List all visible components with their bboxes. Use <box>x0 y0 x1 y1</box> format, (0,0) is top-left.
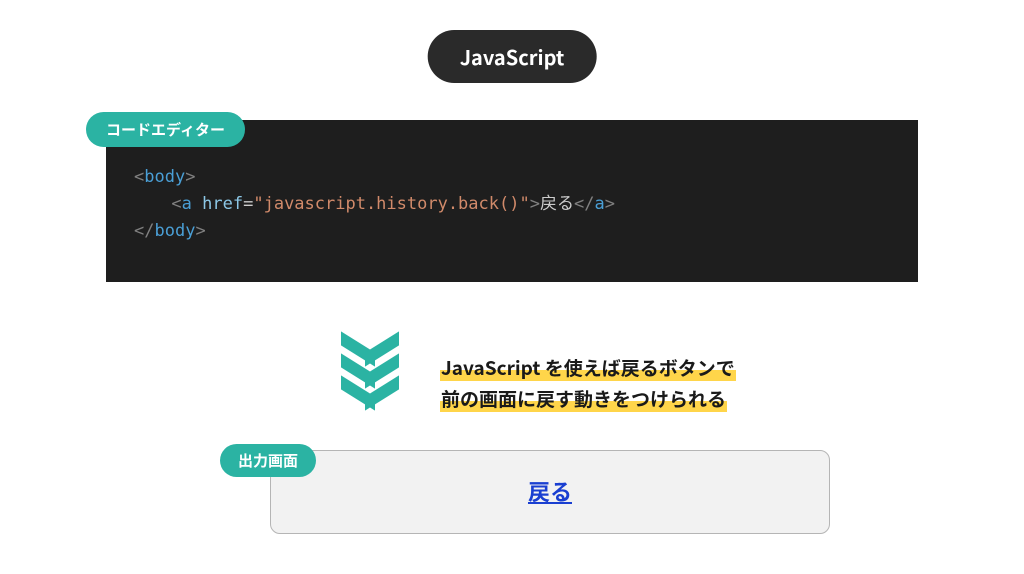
output-section: 出力画面 戻る <box>270 450 830 534</box>
code-line-2: <a href="javascript.history.back()">戻る</… <box>134 191 890 218</box>
back-link-label: 戻る <box>528 475 572 507</box>
annotation-text: JavaScript を使えば戻るボタンで 前の画面に戻す動きをつけられる <box>440 352 736 415</box>
title-text: JavaScript <box>460 42 565 71</box>
code-line-1: <body> <box>134 164 890 191</box>
annotation-line-2: 前の画面に戻す動きをつけられる <box>440 385 727 412</box>
output-badge-label: 出力画面 <box>238 450 298 471</box>
code-line-3: </body> <box>134 218 890 245</box>
output-badge: 出力画面 <box>220 444 316 477</box>
output-box: 戻る <box>270 450 830 534</box>
chevron-down-icon <box>340 342 400 408</box>
editor-badge: コードエディター <box>86 112 245 147</box>
editor-badge-label: コードエディター <box>106 119 225 140</box>
back-link[interactable]: 戻る <box>528 475 572 507</box>
code-editor-section: コードエディター <body> <a href="javascript.hist… <box>106 120 918 282</box>
title-pill: JavaScript <box>428 30 597 83</box>
annotation-line-1: JavaScript を使えば戻るボタンで <box>440 354 736 381</box>
